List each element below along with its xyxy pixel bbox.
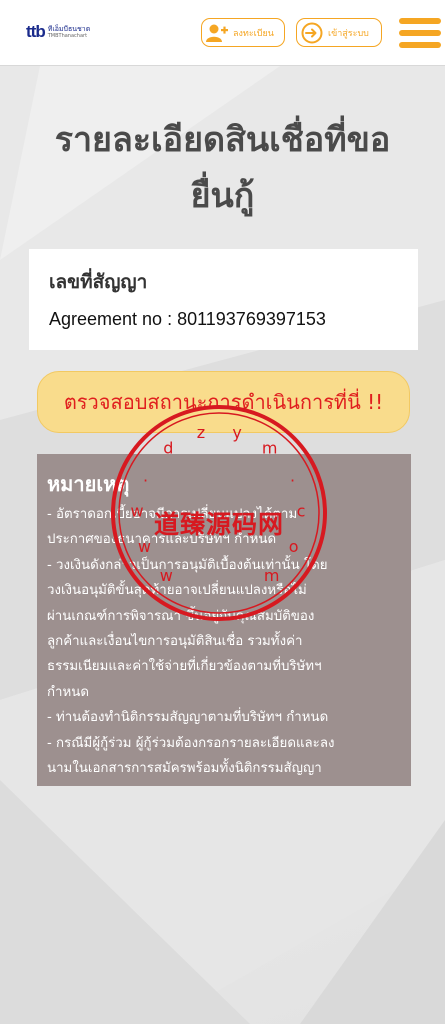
remarks-line: วงเงินอนุมัติขั้นสุดท้ายอาจเปลี่ยนแปลงหร… bbox=[47, 583, 307, 599]
login-label: เข้าสู่ระบบ bbox=[328, 28, 369, 39]
remarks-line: - ท่านต้องทำนิติกรรมสัญญาตามที่บริษัทฯ ก… bbox=[47, 710, 329, 726]
check-status-button[interactable]: ตรวจสอบสถานะการดำเนินการที่นี่ !! bbox=[37, 371, 410, 433]
register-button[interactable]: ลงทะเบียน bbox=[201, 18, 285, 47]
page-title-line-2: ยื่นกู้ bbox=[190, 176, 255, 216]
logo-thai-name: ทีเอ็มบีธนชาต bbox=[47, 24, 91, 33]
contract-number-label: เลขที่สัญญา bbox=[49, 271, 148, 293]
remarks-line: กำหนด bbox=[47, 684, 90, 700]
remarks-line: - กรณีมีผู้กู้ร่วม ผู้กู้ร่วมต้องกรอกราย… bbox=[47, 735, 335, 751]
remarks-line: ผ่านเกณฑ์การพิจารณา ขึ้นอยู่กับคุณสมบัติ… bbox=[47, 608, 315, 624]
page-title-line-1: รายละเอียดสินเชื่อที่ขอ bbox=[54, 120, 391, 160]
top-header: ttb ทีเอ็มบีธนชาต TMBThanachart ลงทะเบีย… bbox=[0, 0, 445, 66]
remarks-line: ลูกค้าและเงื่อนไขการอนุมัติสินเชื่อ รวมท… bbox=[47, 634, 303, 650]
remarks-line: นามในเอกสารการสมัครพร้อมทั้งนิติกรรมสัญญ… bbox=[47, 761, 322, 777]
register-label: ลงทะเบียน bbox=[233, 28, 274, 39]
remarks-heading: หมายเหตุ bbox=[47, 472, 130, 496]
add-user-icon bbox=[206, 22, 228, 44]
contract-card: เลขที่สัญญา Agreement no : 8011937693971… bbox=[29, 249, 418, 350]
logo-english-name: TMBThanachart bbox=[47, 32, 88, 39]
remarks-line: - วงเงินดังกล่าวเป็นการอนุมัติเบื้องต้นเ… bbox=[47, 557, 328, 573]
page-title: รายละเอียดสินเชื่อที่ขอ ยื่นกู้ bbox=[10, 112, 435, 224]
watermark-text: 道臻源码网 bbox=[153, 510, 284, 539]
remarks-panel: หมายเหตุ - อัตราดอกเบี้ยอาจมีการเปลี่ยนแ… bbox=[37, 454, 411, 786]
hamburger-menu-icon[interactable] bbox=[399, 18, 441, 48]
login-button[interactable]: เข้าสู่ระบบ bbox=[296, 18, 382, 47]
login-arrow-icon bbox=[301, 22, 323, 44]
agreement-number: Agreement no : 801193769397153 bbox=[49, 309, 326, 329]
logo-mark: ttb bbox=[26, 22, 46, 41]
remarks-line: ธรรมเนียมและค่าใช้จ่ายที่เกี่ยวข้องตามที… bbox=[47, 659, 322, 675]
ttb-logo[interactable]: ttb ทีเอ็มบีธนชาต TMBThanachart bbox=[26, 21, 101, 43]
